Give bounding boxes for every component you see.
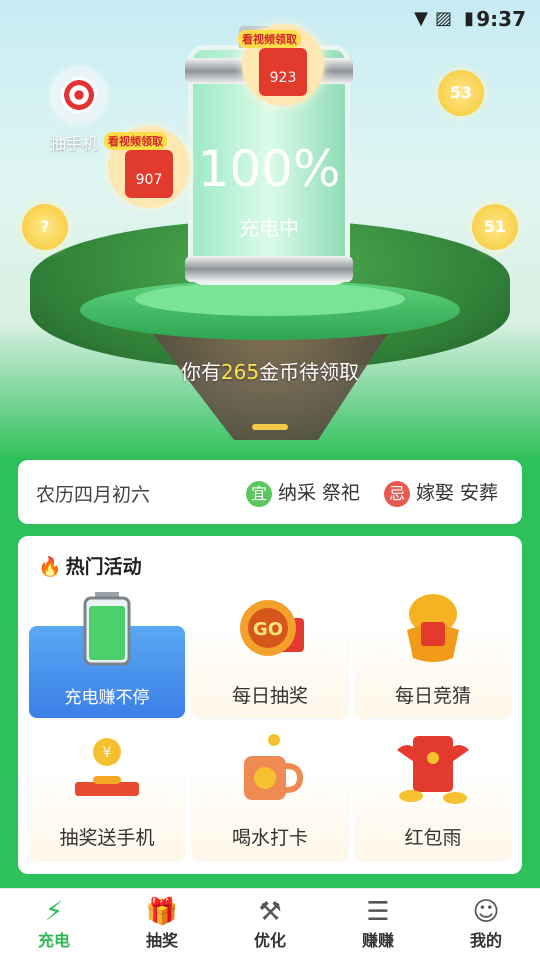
auspicious-activities: 宜纳采 祭祀 bbox=[246, 478, 360, 507]
tile-label: 喝水打卡 bbox=[231, 827, 308, 849]
coins-icon: ☰ bbox=[366, 897, 390, 927]
activity-charge-earn[interactable]: 充电赚不停 bbox=[29, 592, 185, 718]
section-title-text: 热门活动 bbox=[65, 556, 142, 578]
lucky-coin-icon: GO bbox=[240, 600, 304, 656]
target-icon bbox=[61, 77, 97, 113]
activity-lottery-phone[interactable]: ¥ 抽奖送手机 bbox=[29, 738, 185, 860]
tab-charge[interactable]: ⚡ 充电 bbox=[0, 889, 108, 961]
svg-text:¥: ¥ bbox=[103, 745, 112, 761]
tile-label: 充电赚不停 bbox=[64, 688, 150, 708]
video-reward-envelope[interactable]: 看视频领取 923 bbox=[238, 24, 324, 106]
pedestal-rim bbox=[135, 282, 405, 316]
coin-slot-icon: ¥ bbox=[75, 738, 139, 796]
activity-daily-guess[interactable]: 每日竞猜 bbox=[355, 594, 511, 718]
flame-icon: 🔥 bbox=[38, 556, 62, 578]
golden-egg-icon bbox=[407, 594, 459, 662]
tile-label: 抽奖送手机 bbox=[59, 827, 155, 849]
red-envelope-icon bbox=[397, 736, 469, 804]
pending-suffix: 金币待领取 bbox=[259, 360, 360, 384]
tile-label: 每日竞猜 bbox=[394, 685, 471, 707]
battery-band-bottom bbox=[185, 256, 353, 282]
coin-bubble[interactable]: 53 bbox=[438, 70, 484, 116]
gift-icon: 🎁 bbox=[145, 897, 179, 927]
tab-mine[interactable]: ☺ 我的 bbox=[432, 889, 540, 961]
tab-label: 我的 bbox=[469, 931, 502, 950]
auspicious-badge: 宜 bbox=[246, 481, 272, 507]
charge-icon: ⚡ bbox=[44, 897, 64, 927]
tab-label: 充电 bbox=[37, 931, 70, 950]
svg-text:GO: GO bbox=[253, 619, 283, 640]
prize-target-button[interactable] bbox=[52, 68, 106, 122]
coin-bubble[interactable]: ? bbox=[22, 204, 68, 250]
battery-icon bbox=[83, 592, 131, 666]
activity-water-checkin[interactable]: 喝水打卡 bbox=[192, 734, 348, 860]
mug-icon bbox=[244, 734, 304, 800]
hero-section: ▼ ▨ ▮ 9:37 抽手机 100% 充电中 看视频领取 923 看视频领取 … bbox=[0, 0, 540, 460]
smile-icon: ☺ bbox=[472, 897, 500, 927]
bottom-tab-bar: ⚡ 充电 🎁 抽奖 ⚒ 优化 ☰ 赚赚 ☺ 我的 bbox=[0, 888, 540, 961]
inauspicious-activities: 忌嫁娶 安葬 bbox=[384, 478, 498, 507]
tile-label: 红包雨 bbox=[404, 827, 462, 849]
almanac-card: 农历四月初六 宜纳采 祭祀 忌嫁娶 安葬 bbox=[18, 460, 522, 524]
pager-indicator bbox=[252, 424, 288, 430]
coin-bubble[interactable]: 51 bbox=[472, 204, 518, 250]
pending-coins-text: 你有265金币待领取 bbox=[0, 356, 540, 385]
charging-state: 充电中 bbox=[239, 216, 299, 240]
envelope-tag: 看视频领取 bbox=[238, 30, 301, 48]
tab-optimize[interactable]: ⚒ 优化 bbox=[216, 889, 324, 961]
pending-amount: 265 bbox=[220, 360, 260, 384]
no-sim-icon: ▨ bbox=[434, 8, 452, 29]
battery-percent: 100% bbox=[197, 140, 341, 198]
battery-charging-icon: ▮ bbox=[464, 8, 474, 29]
tab-label: 赚赚 bbox=[361, 931, 394, 950]
tab-earn[interactable]: ☰ 赚赚 bbox=[324, 889, 432, 961]
tile-label: 每日抽奖 bbox=[231, 685, 308, 707]
auspicious-text: 纳采 祭祀 bbox=[278, 482, 361, 504]
section-title: 🔥 热门活动 bbox=[38, 552, 142, 579]
tab-label: 抽奖 bbox=[145, 931, 178, 950]
status-time: 9:37 bbox=[476, 7, 526, 31]
envelope-tag: 看视频领取 bbox=[104, 132, 167, 150]
red-envelope-icon: 923 bbox=[259, 48, 307, 96]
tab-label: 优化 bbox=[253, 931, 286, 950]
pending-prefix: 你有 bbox=[180, 360, 221, 384]
tools-icon: ⚒ bbox=[258, 897, 282, 927]
target-label: 抽手机 bbox=[50, 134, 99, 153]
red-envelope-icon: 907 bbox=[125, 150, 173, 198]
lunar-date: 农历四月初六 bbox=[36, 484, 151, 506]
video-reward-envelope[interactable]: 看视频领取 907 bbox=[104, 126, 190, 208]
inauspicious-badge: 忌 bbox=[384, 481, 410, 507]
inauspicious-text: 嫁娶 安葬 bbox=[416, 482, 499, 504]
tab-lottery[interactable]: 🎁 抽奖 bbox=[108, 889, 216, 961]
wifi-icon: ▼ bbox=[414, 8, 428, 29]
activity-red-envelope-rain[interactable]: 红包雨 bbox=[355, 736, 511, 860]
hot-activities-card: 🔥 热门活动 充电赚不停 GO 每日抽奖 每日竞猜 ¥ 抽奖送手机 喝水打卡 红… bbox=[18, 536, 522, 874]
activity-daily-lottery[interactable]: GO 每日抽奖 bbox=[192, 600, 348, 718]
